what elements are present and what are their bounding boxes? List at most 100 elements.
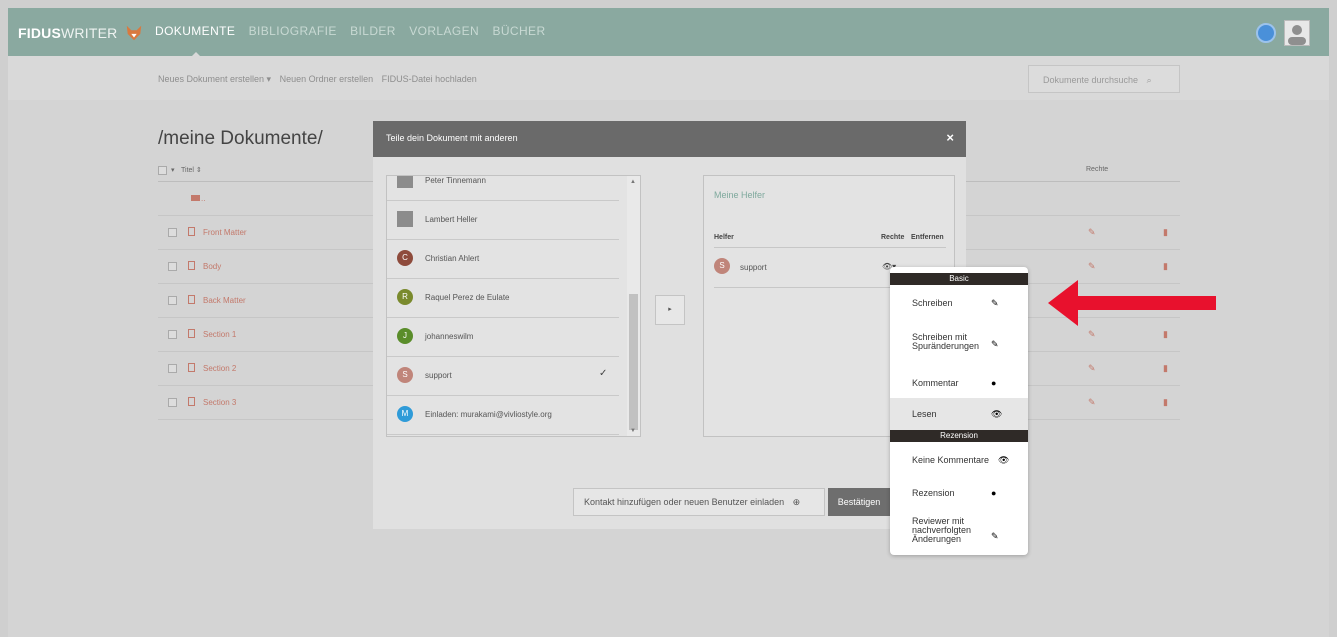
- folder-icon: [191, 195, 200, 201]
- contact-name: Peter Tinnemann: [425, 176, 486, 185]
- rights-column-header: Rechte: [1086, 166, 1109, 173]
- search-icon: ⌕: [1146, 75, 1152, 85]
- new-document-dropdown[interactable]: Neues Dokument erstellen ▾: [158, 74, 271, 84]
- check-icon: ✓: [599, 368, 608, 379]
- menu-item-read[interactable]: Lesen 👁: [890, 398, 1028, 430]
- row-checkbox[interactable]: [168, 262, 177, 271]
- comment-icon: ●: [991, 378, 997, 388]
- row-checkbox[interactable]: [168, 364, 177, 373]
- rights-menu: Basic Schreiben ✎ Schreiben mit Spurände…: [890, 267, 1028, 555]
- document-icon: [188, 295, 195, 304]
- menu-item-review[interactable]: Rezension ●: [890, 477, 1028, 509]
- menu-item-write[interactable]: Schreiben ✎: [890, 287, 1028, 319]
- avatar: [397, 176, 413, 188]
- menu-item-comment[interactable]: Kommentar ●: [890, 367, 1028, 399]
- list-item[interactable]: J johanneswilm: [387, 318, 619, 357]
- sub-navbar: Neues Dokument erstellen ▾ Neuen Ordner …: [8, 56, 1329, 100]
- document-title[interactable]: Section 3: [203, 398, 236, 407]
- pencil-icon: ✎: [991, 531, 999, 541]
- trash-icon[interactable]: ▮: [1163, 227, 1168, 238]
- select-all-caret[interactable]: ▾: [171, 166, 175, 174]
- trash-icon[interactable]: ▮: [1163, 261, 1168, 272]
- nav-images[interactable]: BILDER: [350, 24, 396, 38]
- app-frame: FIDUSWRITER DOKUMENTE BIBLIOGRAFIE BILDE…: [8, 8, 1329, 637]
- nav-bibliography[interactable]: BIBLIOGRAFIE: [249, 24, 337, 38]
- avatar: C: [397, 250, 413, 266]
- contact-name: Raquel Perez de Eulate: [425, 293, 510, 302]
- list-item[interactable]: Peter Tinnemann: [387, 176, 619, 201]
- row-checkbox[interactable]: [168, 398, 177, 407]
- eye-icon: 👁: [991, 409, 1003, 419]
- document-title[interactable]: Back Matter: [203, 296, 246, 305]
- parent-folder-link[interactable]: ..: [201, 194, 205, 203]
- select-all-checkbox[interactable]: [158, 166, 167, 175]
- dialog-title: Teile dein Dokument mit anderen: [386, 133, 518, 143]
- add-contact-button[interactable]: Kontakt hinzufügen oder neuen Benutzer e…: [573, 488, 825, 516]
- menu-item-label: Keine Kommentare: [912, 455, 990, 465]
- trash-icon[interactable]: ▮: [1163, 397, 1168, 408]
- menu-item-label: Schreiben: [912, 298, 953, 308]
- nav-books[interactable]: BÜCHER: [492, 24, 545, 38]
- document-title[interactable]: Body: [203, 262, 221, 271]
- new-folder-link[interactable]: Neuen Ordner erstellen: [280, 74, 374, 84]
- menu-item-review-tracked[interactable]: Reviewer mit nachverfolgten Änderungen ✎: [890, 511, 1028, 551]
- chat-icon[interactable]: [1256, 23, 1276, 43]
- dialog-header: Teile dein Dokument mit anderen ×: [373, 121, 966, 157]
- brand-light: WRITER: [61, 25, 118, 41]
- avatar: S: [714, 258, 730, 274]
- helper-name: support: [740, 263, 767, 272]
- fox-icon: [126, 25, 141, 41]
- list-item[interactable]: S support ✓: [387, 357, 619, 396]
- trash-icon[interactable]: ▮: [1163, 329, 1168, 340]
- brand-bold: FIDUS: [18, 25, 61, 41]
- document-icon: [188, 397, 195, 406]
- avatar: [397, 211, 413, 227]
- document-title[interactable]: Section 1: [203, 330, 236, 339]
- share-dialog: Teile dein Dokument mit anderen × Peter …: [373, 121, 966, 529]
- menu-section-basic: Basic: [890, 273, 1028, 285]
- avatar: R: [397, 289, 413, 305]
- pencil-icon: ✎: [1088, 261, 1096, 271]
- document-title[interactable]: Front Matter: [203, 228, 247, 237]
- row-checkbox[interactable]: [168, 228, 177, 237]
- scroll-up-icon[interactable]: ▲: [630, 179, 636, 185]
- contact-list: Peter Tinnemann Lambert Heller C Christi…: [386, 175, 641, 437]
- row-checkbox[interactable]: [168, 330, 177, 339]
- user-avatar[interactable]: [1284, 20, 1310, 46]
- scrollbar-thumb[interactable]: [629, 294, 638, 430]
- list-item[interactable]: R Raquel Perez de Eulate: [387, 279, 619, 318]
- menu-item-no-comments[interactable]: Keine Kommentare 👁: [890, 444, 1028, 476]
- pencil-icon: ✎: [1088, 397, 1096, 407]
- list-item[interactable]: M Einladen: murakami@vivliostyle.org: [387, 396, 619, 435]
- title-column-header[interactable]: Titel ⇕: [181, 166, 202, 174]
- search-placeholder: Dokumente durchsuche: [1043, 75, 1139, 85]
- scroll-down-icon[interactable]: ▼: [630, 428, 636, 434]
- list-item[interactable]: C Christian Ahlert: [387, 240, 619, 279]
- plus-circle-icon: ⊕: [792, 497, 801, 507]
- page-title: /meine Dokumente/: [158, 128, 323, 149]
- trash-icon[interactable]: ▮: [1163, 363, 1168, 374]
- row-checkbox[interactable]: [168, 296, 177, 305]
- pencil-icon: ✎: [1088, 227, 1096, 237]
- close-icon[interactable]: ×: [946, 130, 954, 145]
- avatar: M: [397, 406, 413, 422]
- list-item[interactable]: Lambert Heller: [387, 201, 619, 240]
- nav-documents[interactable]: DOKUMENTE: [155, 24, 235, 38]
- add-to-helpers-button[interactable]: ▸: [655, 295, 685, 325]
- red-arrow-annotation: [1048, 280, 1216, 326]
- user-silhouette-icon: [1288, 25, 1306, 45]
- contact-name: Christian Ahlert: [425, 254, 480, 263]
- upload-fidus-link[interactable]: FIDUS-Datei hochladen: [382, 74, 477, 84]
- search-input[interactable]: Dokumente durchsuche ⌕: [1028, 65, 1180, 93]
- remove-column-header: Entfernen: [911, 234, 944, 241]
- menu-item-write-tracked[interactable]: Schreiben mit Spuränderungen ✎: [890, 325, 1028, 365]
- nav-templates[interactable]: VORLAGEN: [409, 24, 479, 38]
- confirm-button[interactable]: Bestätigen: [828, 488, 890, 516]
- document-icon: [188, 261, 195, 270]
- menu-section-review: Rezension: [890, 430, 1028, 442]
- brand-logo[interactable]: FIDUSWRITER: [18, 24, 143, 42]
- document-title[interactable]: Section 2: [203, 364, 236, 373]
- document-actions: Neues Dokument erstellen ▾ Neuen Ordner …: [158, 74, 483, 85]
- invite-email: Einladen: murakami@vivliostyle.org: [425, 410, 552, 419]
- menu-item-label: Reviewer mit nachverfolgten Änderungen: [912, 516, 972, 544]
